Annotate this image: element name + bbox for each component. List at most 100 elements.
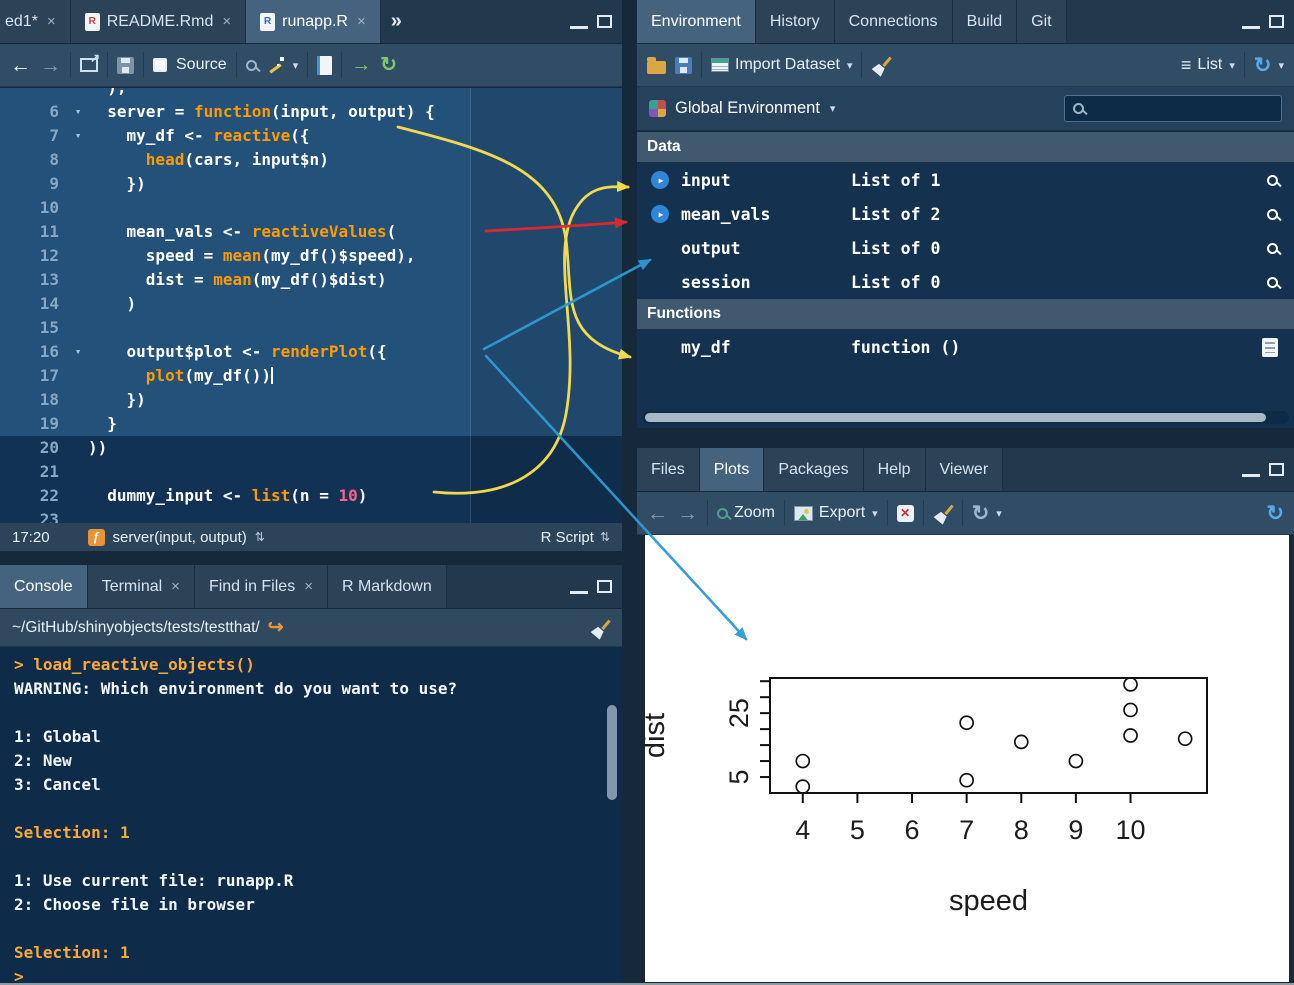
tab-plots-viewer[interactable]: Viewer bbox=[926, 448, 1004, 491]
tab-environment-git[interactable]: Git bbox=[1017, 0, 1066, 43]
save-icon[interactable] bbox=[117, 57, 134, 74]
editor-line[interactable]: 23 bbox=[0, 508, 622, 523]
expand-icon[interactable]: ▶ bbox=[651, 171, 669, 189]
forward-icon[interactable]: → bbox=[40, 55, 61, 76]
tab-source-runapp-r[interactable]: runapp.R× bbox=[246, 0, 381, 43]
editor-line[interactable]: 16▾ output$plot <- renderPlot({ bbox=[0, 340, 622, 364]
editor-line[interactable]: 6▾ server = function(input, output) { bbox=[0, 100, 622, 124]
close-icon[interactable]: × bbox=[171, 578, 180, 595]
editor-line[interactable]: 18 }) bbox=[0, 388, 622, 412]
tab-plots-help[interactable]: Help bbox=[864, 448, 926, 491]
editor-line[interactable]: 22 dummy_input <- list(n = 10) bbox=[0, 484, 622, 508]
editor-line[interactable]: 14 ) bbox=[0, 292, 622, 316]
environment-row-mean-vals[interactable]: ▶mean_valsList of 2 bbox=[637, 197, 1294, 231]
maximize-pane-icon[interactable] bbox=[1269, 15, 1284, 28]
tab-source-ed1[interactable]: ed1*× bbox=[0, 0, 71, 43]
editor-line[interactable]: 10 bbox=[0, 196, 622, 220]
inspect-object-icon[interactable] bbox=[1267, 209, 1278, 220]
goto-directory-icon[interactable]: ↪ bbox=[268, 618, 284, 637]
inspect-object-icon[interactable] bbox=[1267, 243, 1278, 254]
export-button[interactable]: Export ▾ bbox=[794, 504, 878, 522]
fold-marker-icon[interactable]: ▾ bbox=[68, 340, 88, 364]
editor-line[interactable]: 15 bbox=[0, 316, 622, 340]
minimize-pane-icon[interactable] bbox=[1242, 15, 1260, 29]
minimize-pane-icon[interactable] bbox=[570, 580, 588, 594]
editor-line[interactable]: 8 head(cars, input$n) bbox=[0, 148, 622, 172]
environment-hscrollbar[interactable] bbox=[642, 411, 1289, 424]
inspect-object-icon[interactable] bbox=[1267, 277, 1278, 288]
tab-console-r-markdown[interactable]: R Markdown bbox=[328, 565, 447, 608]
working-directory[interactable]: ~/GitHub/shinyobjects/tests/testthat/ bbox=[12, 619, 260, 637]
close-icon[interactable]: × bbox=[304, 578, 313, 595]
tab-console-console[interactable]: Console bbox=[0, 565, 88, 608]
maximize-pane-icon[interactable] bbox=[597, 580, 612, 593]
expand-icon[interactable]: ▶ bbox=[651, 205, 669, 223]
function-scope-label[interactable]: server(input, output) bbox=[113, 529, 247, 546]
fold-marker-icon[interactable]: ▾ bbox=[68, 124, 88, 148]
console-scrollbar[interactable] bbox=[607, 705, 617, 800]
editor-line[interactable]: 20)) bbox=[0, 436, 622, 460]
zoom-button[interactable]: Zoom bbox=[717, 504, 775, 522]
console-output[interactable]: > load_reactive_objects()WARNING: Which … bbox=[0, 647, 622, 985]
editor-line[interactable]: 13 dist = mean(my_df()$dist) bbox=[0, 268, 622, 292]
editor-line[interactable]: 7▾ my_df <- reactive({ bbox=[0, 124, 622, 148]
minimize-pane-icon[interactable] bbox=[570, 15, 588, 29]
environment-search-input[interactable] bbox=[1091, 101, 1273, 117]
load-workspace-icon[interactable] bbox=[647, 61, 666, 74]
editor-line[interactable]: 21 bbox=[0, 460, 622, 484]
scrollbar-thumb[interactable] bbox=[645, 413, 1266, 422]
inspect-object-icon[interactable] bbox=[1267, 175, 1278, 186]
maximize-pane-icon[interactable] bbox=[597, 15, 612, 28]
clear-objects-icon[interactable] bbox=[871, 55, 891, 75]
import-dataset-button[interactable]: Import Dataset ▾ bbox=[711, 56, 852, 74]
editor-line[interactable]: 17 plot(my_df()) bbox=[0, 364, 622, 388]
tab-plots-files[interactable]: Files bbox=[637, 448, 700, 491]
close-icon[interactable]: × bbox=[222, 13, 231, 30]
tab-console-find-in-files[interactable]: Find in Files× bbox=[195, 565, 328, 608]
tab-plots-packages[interactable]: Packages bbox=[764, 448, 863, 491]
tab-console-terminal[interactable]: Terminal× bbox=[88, 565, 195, 608]
view-function-icon[interactable] bbox=[1262, 338, 1278, 357]
environment-row-output[interactable]: outputList of 0 bbox=[637, 231, 1294, 265]
close-icon[interactable]: × bbox=[357, 13, 366, 30]
compile-notebook-icon[interactable] bbox=[317, 56, 332, 75]
refresh-environment-button[interactable]: ↻ ▾ bbox=[1254, 55, 1284, 76]
environment-row-input[interactable]: ▶inputList of 1 bbox=[637, 163, 1294, 197]
tab-environment-build[interactable]: Build bbox=[953, 0, 1018, 43]
clear-all-plots-icon[interactable] bbox=[933, 503, 953, 523]
editor-line[interactable]: 11 mean_vals <- reactiveValues( bbox=[0, 220, 622, 244]
code-editor[interactable]: ),6▾ server = function(input, output) {7… bbox=[0, 88, 622, 523]
code-tools-button[interactable]: ▾ bbox=[266, 55, 299, 75]
source-on-save-checkbox[interactable] bbox=[153, 58, 167, 72]
remove-plot-icon[interactable]: ✕ bbox=[897, 505, 914, 522]
save-workspace-icon[interactable] bbox=[675, 57, 692, 74]
tab-environment-environment[interactable]: Environment bbox=[637, 0, 756, 43]
publish-button[interactable]: ↻ ▾ bbox=[972, 503, 1002, 524]
tab-source-readme-rmd[interactable]: README.Rmd× bbox=[71, 0, 246, 43]
open-in-window-icon[interactable] bbox=[80, 58, 98, 72]
editor-line[interactable]: 9 }) bbox=[0, 172, 622, 196]
back-icon[interactable]: ← bbox=[10, 55, 31, 76]
fold-marker-icon[interactable]: ▾ bbox=[68, 100, 88, 124]
refresh-plot-icon[interactable]: ↻ bbox=[1266, 503, 1284, 524]
cursor-position[interactable]: 17:20 bbox=[12, 529, 50, 546]
rerun-icon[interactable]: ↻ bbox=[380, 55, 397, 75]
next-plot-icon[interactable]: → bbox=[677, 503, 698, 524]
list-view-button[interactable]: ≡ List ▾ bbox=[1181, 55, 1235, 76]
environment-scope-label[interactable]: Global Environment bbox=[675, 99, 820, 118]
editor-line[interactable]: 19 } bbox=[0, 412, 622, 436]
find-replace-icon[interactable] bbox=[246, 60, 257, 71]
tab-environment-connections[interactable]: Connections bbox=[835, 0, 953, 43]
editor-line[interactable]: ), bbox=[0, 88, 622, 100]
environment-row-my-df[interactable]: my_dffunction () bbox=[637, 330, 1294, 364]
tab-overflow-icon[interactable]: » bbox=[381, 0, 412, 43]
run-icon[interactable]: → bbox=[351, 55, 371, 75]
minimize-pane-icon[interactable] bbox=[1242, 463, 1260, 477]
maximize-pane-icon[interactable] bbox=[1269, 463, 1284, 476]
environment-row-session[interactable]: sessionList of 0 bbox=[637, 265, 1294, 299]
previous-plot-icon[interactable]: ← bbox=[647, 503, 668, 524]
editor-line[interactable]: 12 speed = mean(my_df()$speed), bbox=[0, 244, 622, 268]
close-icon[interactable]: × bbox=[47, 13, 56, 30]
tab-environment-history[interactable]: History bbox=[756, 0, 835, 43]
tab-plots-plots[interactable]: Plots bbox=[700, 448, 765, 491]
